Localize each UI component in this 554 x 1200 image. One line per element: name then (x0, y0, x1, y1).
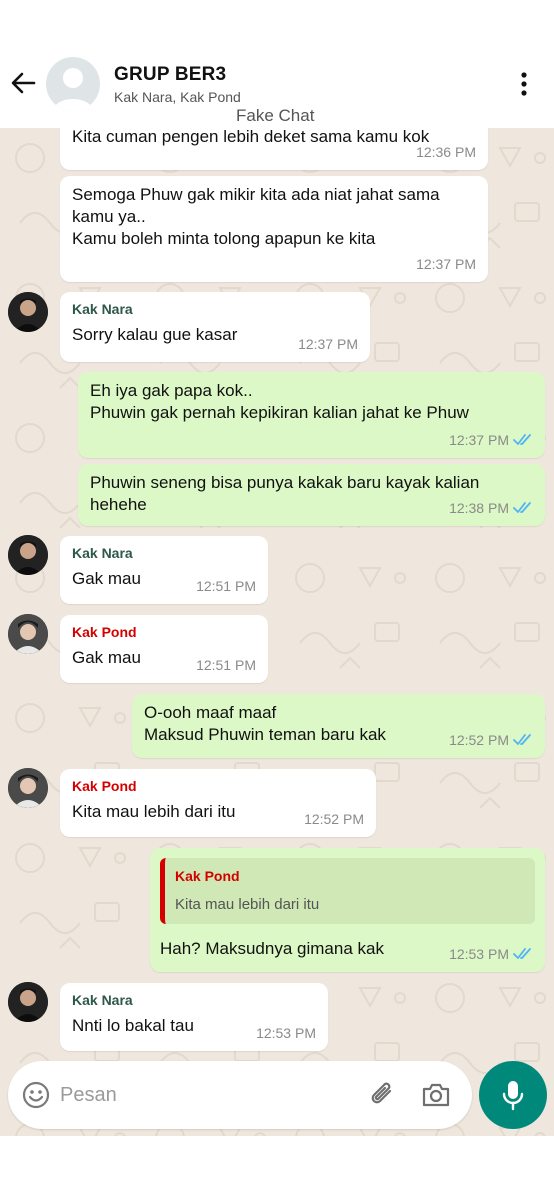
camera-button[interactable] (421, 1081, 451, 1109)
message-bubble[interactable]: Kita cuman pengen lebih deket sama kamu … (60, 128, 488, 170)
time-text: 12:38 PM (449, 500, 509, 516)
time-text: 12:51 PM (196, 578, 256, 594)
message-time: 12:37 PM (449, 429, 533, 451)
message-bubble[interactable]: Kak Nara Nnti lo bakal tau 12:53 PM (60, 983, 328, 1051)
more-vertical-icon (521, 72, 527, 96)
camera-icon (422, 1083, 450, 1107)
profile-photo-icon (8, 292, 48, 332)
message-input[interactable] (60, 1078, 350, 1112)
profile-photo-icon (8, 768, 48, 808)
microphone-icon (502, 1081, 524, 1111)
message-composer (8, 1061, 472, 1129)
message-line: Eh iya gak papa kok.. (90, 381, 253, 400)
paperclip-icon (371, 1082, 392, 1104)
message-bubble[interactable]: Eh iya gak papa kok.. Phuwin gak pernah … (78, 372, 545, 458)
message-line: Kamu boleh minta tolong apapun ke kita (72, 229, 376, 248)
message-line: kamu ya.. (72, 207, 146, 226)
message-bubble[interactable]: Semoga Phuw gak mikir kita ada niat jaha… (60, 176, 488, 282)
message-time: 12:36 PM (416, 141, 476, 163)
time-text: 12:37 PM (416, 256, 476, 272)
double-check-icon (513, 948, 531, 959)
group-avatar[interactable] (46, 57, 100, 111)
attach-button[interactable] (368, 1080, 398, 1110)
message-bubble[interactable]: Kak Nara Gak mau 12:51 PM (60, 536, 268, 604)
profile-photo-icon (8, 614, 48, 654)
message-time: 12:52 PM (449, 729, 533, 751)
message-time: 12:52 PM (304, 808, 364, 830)
message-bubble[interactable]: Kak Pond Gak mau 12:51 PM (60, 615, 268, 683)
double-check-icon (513, 434, 531, 445)
double-check-icon (513, 734, 531, 745)
back-button[interactable] (10, 70, 36, 96)
message-time: 12:51 PM (196, 654, 256, 676)
sender-name: Kak Nara (72, 992, 133, 1008)
time-text: 12:53 PM (256, 1025, 316, 1041)
group-members[interactable]: Kak Nara, Kak Pond (114, 89, 241, 105)
time-text: 12:52 PM (304, 811, 364, 827)
emoji-icon (22, 1081, 50, 1109)
time-text: 12:37 PM (298, 336, 358, 352)
time-text: 12:53 PM (449, 946, 509, 962)
fake-chat-watermark: Fake Chat (236, 106, 315, 125)
message-time: 12:53 PM (256, 1022, 316, 1044)
avatar-kak-nara[interactable] (8, 535, 48, 575)
avatar-kak-nara[interactable] (8, 982, 48, 1022)
quoted-text: Kita mau lebih dari itu (175, 896, 320, 913)
profile-photo-icon (8, 982, 48, 1022)
avatar-kak-pond[interactable] (8, 614, 48, 654)
quoted-sender: Kak Pond (175, 868, 240, 884)
sender-name: Kak Nara (72, 545, 133, 561)
emoji-button[interactable] (22, 1081, 50, 1109)
sender-name: Kak Pond (72, 624, 137, 640)
double-check-icon (513, 502, 531, 513)
quoted-reply[interactable]: Kak Pond Kita mau lebih dari itu (160, 858, 535, 924)
message-bubble[interactable]: Kak Pond Kita mau lebih dari itu 12:52 P… (60, 769, 376, 837)
message-time: 12:53 PM (449, 943, 533, 965)
chat-header: GRUP BER3 Kak Nara, Kak Pond Fake Chat (0, 0, 554, 128)
message-line: Phuwin gak pernah kepikiran kalian jahat… (90, 403, 469, 422)
avatar-kak-nara[interactable] (8, 292, 48, 332)
message-time: 12:37 PM (298, 333, 358, 355)
avatar-kak-pond[interactable] (8, 768, 48, 808)
chat-area[interactable]: Kita cuman pengen lebih deket sama kamu … (0, 128, 554, 1136)
message-time: 12:38 PM (449, 497, 533, 519)
message-line: O-ooh maaf maaf (144, 703, 277, 722)
sender-name: Kak Pond (72, 778, 137, 794)
message-bubble[interactable]: Phuwin seneng bisa punya kakak baru kaya… (78, 464, 545, 526)
message-bubble[interactable]: O-ooh maaf maaf Maksud Phuwin teman baru… (132, 694, 545, 758)
group-title[interactable]: GRUP BER3 (114, 64, 226, 86)
message-bubble[interactable]: Kak Pond Kita mau lebih dari itu Hah? Ma… (150, 848, 545, 972)
profile-photo-icon (8, 535, 48, 575)
message-time: 12:51 PM (196, 575, 256, 597)
time-text: 12:51 PM (196, 657, 256, 673)
time-text: 12:52 PM (449, 732, 509, 748)
voice-record-button[interactable] (479, 1061, 547, 1129)
message-line: Semoga Phuw gak mikir kita ada niat jaha… (72, 185, 440, 204)
message-time: 12:37 PM (416, 253, 476, 275)
group-placeholder-icon (53, 68, 93, 111)
arrow-left-icon (11, 72, 36, 94)
sender-name: Kak Nara (72, 301, 133, 317)
time-text: 12:36 PM (416, 144, 476, 160)
time-text: 12:37 PM (449, 432, 509, 448)
message-bubble[interactable]: Kak Nara Sorry kalau gue kasar 12:37 PM (60, 292, 370, 362)
message-line: Phuwin seneng bisa punya kakak baru kaya… (90, 473, 480, 492)
more-options-button[interactable] (512, 70, 536, 98)
